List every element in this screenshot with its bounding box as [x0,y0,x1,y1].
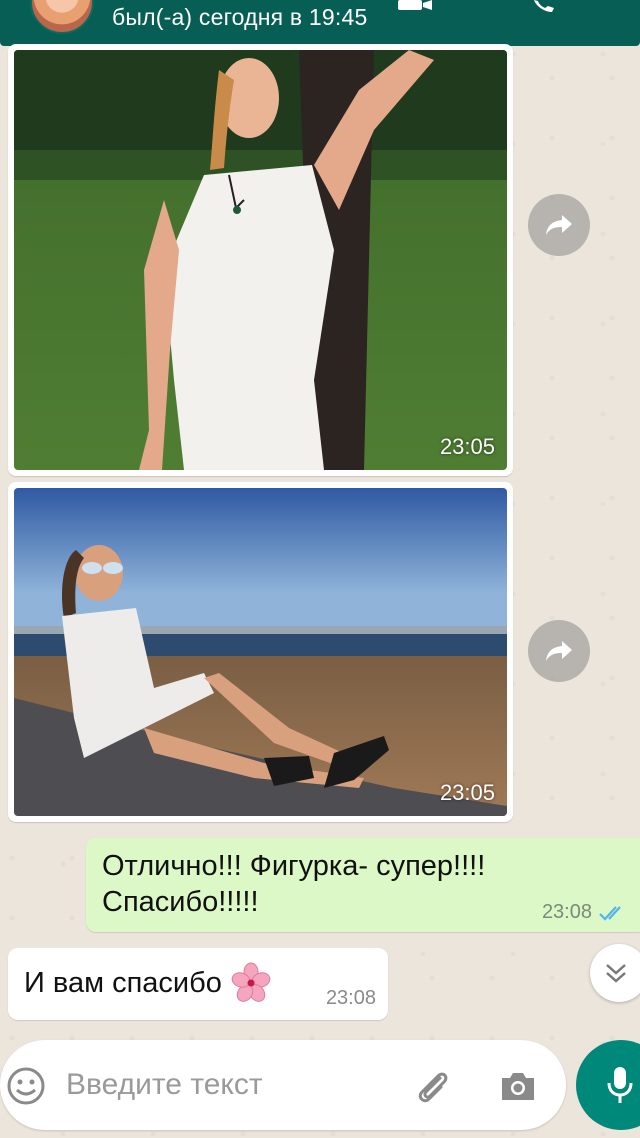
message-time: 23:08 [541,901,592,923]
video-call-icon[interactable] [398,0,434,14]
message-time: 23:08 [325,987,376,1009]
message-time: 23:05 [439,434,495,459]
outgoing-message[interactable]: Отлично!!! Фигурка- супер!!!! Спасибо!!!… [86,838,640,932]
last-seen-status[interactable]: был(-а) сегодня в 19:45 [112,4,367,31]
message-meta: 23:08 [542,901,628,924]
phone-icon[interactable] [530,0,566,14]
forward-icon [546,215,572,235]
forward-icon [546,641,572,661]
sakura-flower-icon [231,962,271,1002]
camera-icon[interactable] [496,1064,540,1108]
message-time: 23:05 [439,780,495,805]
forward-button[interactable] [528,194,590,256]
image-message[interactable]: 23:05 [8,44,513,476]
scroll-to-bottom-button[interactable] [590,944,640,1002]
message-composer [0,1040,566,1130]
forward-button[interactable] [528,620,590,682]
message-text: И вам спасибо [24,966,222,999]
message-text: Отлично!!! Фигурка- супер!!!! Спасибо!!!… [102,850,486,918]
avatar[interactable] [30,0,94,34]
photo-beach[interactable]: 23:05 [14,488,507,816]
message-input[interactable] [66,1060,396,1110]
mic-icon [607,1067,633,1103]
chat-header: был(-а) сегодня в 19:45 [0,0,640,46]
image-message[interactable]: 23:05 [8,482,513,822]
double-check-icon [599,905,621,921]
emoji-icon[interactable] [4,1064,48,1108]
photo-park[interactable]: 23:05 [14,50,507,470]
attach-icon[interactable] [410,1064,454,1108]
chevrons-down-icon [606,964,626,983]
incoming-message[interactable]: И вам спасибо 23:08 [8,948,388,1020]
